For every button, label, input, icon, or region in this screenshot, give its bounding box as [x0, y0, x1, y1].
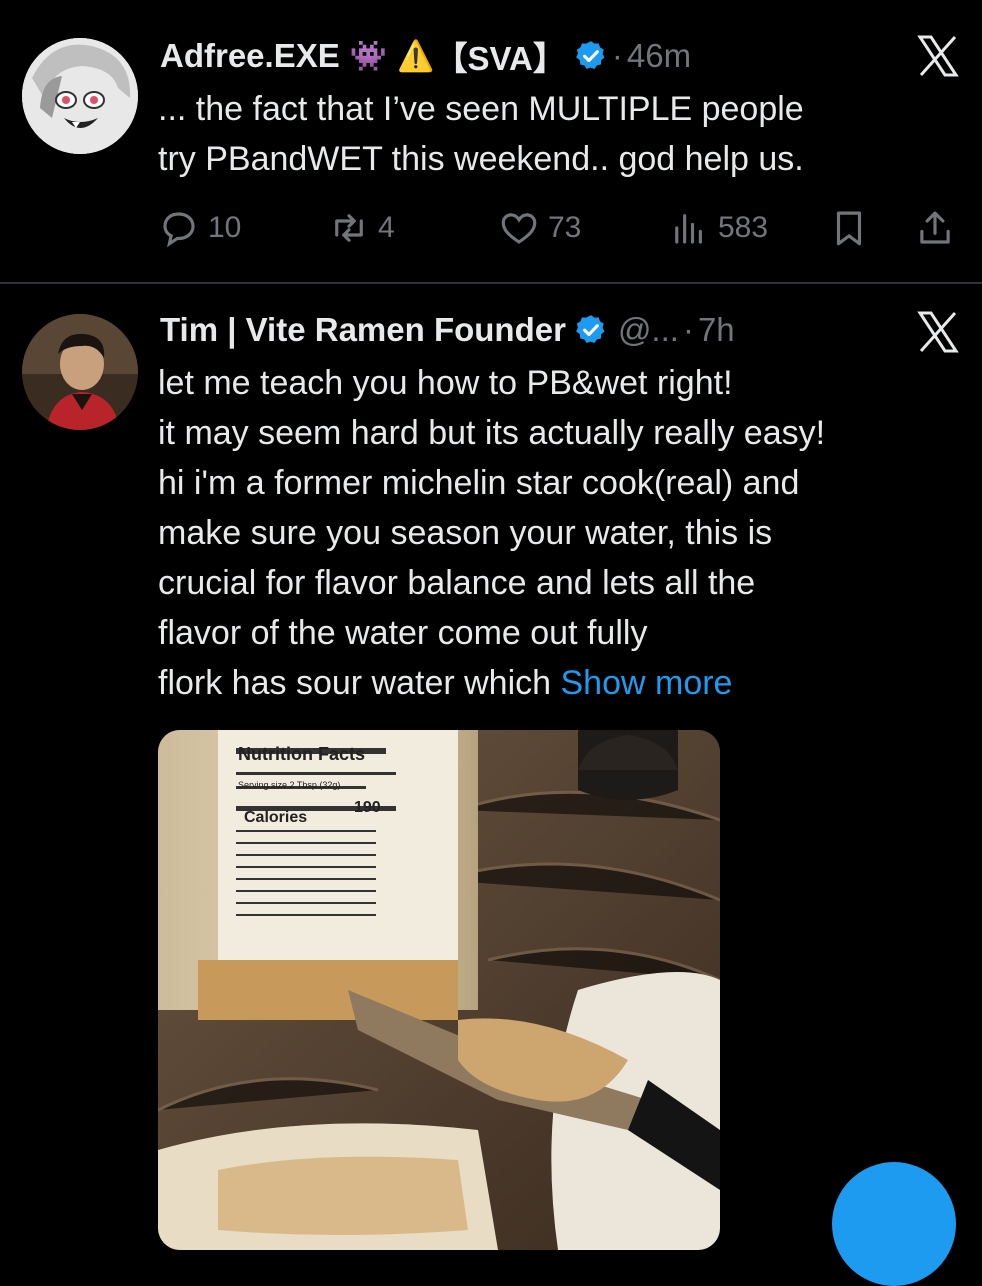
tweet-media-video[interactable]: Nutrition Facts Serving size 2 Tbsp (32g… [158, 730, 720, 1250]
tweet-text-line: crucial for flavor balance and lets all … [158, 564, 756, 602]
views-icon [675, 214, 702, 244]
views-button[interactable]: 583 [668, 200, 768, 256]
tweet-text: ... the fact that I’ve seen MULTIPLE peo… [158, 84, 942, 184]
tweet-text-line: it may seem hard but its actually really… [158, 414, 826, 452]
share-icon [920, 211, 950, 244]
tweet-header: Adfree.EXE 👾 ⚠️ 【SVA】 · 46m [160, 30, 942, 82]
repost-icon [335, 214, 363, 242]
display-name[interactable]: Adfree.EXE [160, 37, 340, 75]
tweet-text-line: flork has sour water which Show more [158, 658, 942, 708]
repost-count: 4 [378, 211, 395, 244]
tweet-text-line: ... the fact that I’ve seen MULTIPLE peo… [158, 90, 804, 128]
reply-count: 10 [208, 211, 242, 244]
tweet-adfree[interactable]: Adfree.EXE 👾 ⚠️ 【SVA】 · 46m ... the fact… [0, 0, 982, 282]
x-close-icon[interactable] [916, 34, 960, 78]
label-calories-value: 190 [354, 799, 381, 816]
separator-dot: · [611, 37, 623, 74]
share-button[interactable] [914, 200, 956, 256]
reply-icon [163, 212, 195, 248]
reply-button[interactable]: 10 [158, 200, 241, 256]
like-icon [501, 213, 537, 244]
verified-badge-icon[interactable] [574, 39, 608, 73]
tweet-text-line: make sure you season your water, this is [158, 514, 773, 552]
timestamp[interactable]: 46m [627, 37, 691, 75]
label-title: Nutrition Facts [238, 744, 365, 764]
repost-button[interactable]: 4 [328, 200, 395, 256]
tweet-text-line: flavor of the water come out fully [158, 614, 648, 652]
bookmark-button[interactable] [828, 200, 870, 256]
avatar[interactable] [22, 38, 138, 154]
tweet-text-line: try PBandWET this weekend.. god help us. [158, 140, 804, 178]
tweet-text: let me teach you how to PB&wet right! it… [158, 358, 942, 708]
like-button[interactable]: 73 [498, 200, 581, 256]
label-calories: Calories [244, 809, 307, 826]
separator-dot: · [682, 311, 694, 348]
display-name[interactable]: Tim | Vite Ramen Founder [160, 311, 566, 349]
warning-emoji: ⚠️ [397, 39, 435, 73]
like-count: 73 [548, 211, 582, 244]
tweet-text-fragment: flork has sour water which [158, 664, 561, 702]
view-count: 583 [718, 211, 769, 244]
show-more-link[interactable]: Show more [561, 664, 733, 702]
timestamp[interactable]: 7h [698, 311, 735, 349]
tweet-tim[interactable]: Tim | Vite Ramen Founder @... · 7h let m… [0, 284, 982, 1250]
tweet-text-line: let me teach you how to PB&wet right! [158, 364, 733, 402]
tweet-header: Tim | Vite Ramen Founder @... · 7h [160, 304, 942, 356]
alien-monster-emoji: 👾 [349, 39, 388, 73]
x-close-icon[interactable] [916, 310, 960, 354]
tweet-text-line: hi i'm a former michelin star cook(real)… [158, 464, 800, 502]
verified-badge-icon[interactable] [574, 313, 608, 347]
name-tag: 【SVA】 [434, 40, 566, 77]
label-serving: Serving size 2 Tbsp (32g) [238, 780, 340, 790]
avatar[interactable] [22, 314, 138, 430]
bookmark-icon [836, 211, 862, 246]
compose-fab-button[interactable] [832, 1162, 956, 1286]
handle[interactable]: @... [618, 311, 679, 349]
action-bar: 10 4 73 583 [158, 200, 958, 256]
